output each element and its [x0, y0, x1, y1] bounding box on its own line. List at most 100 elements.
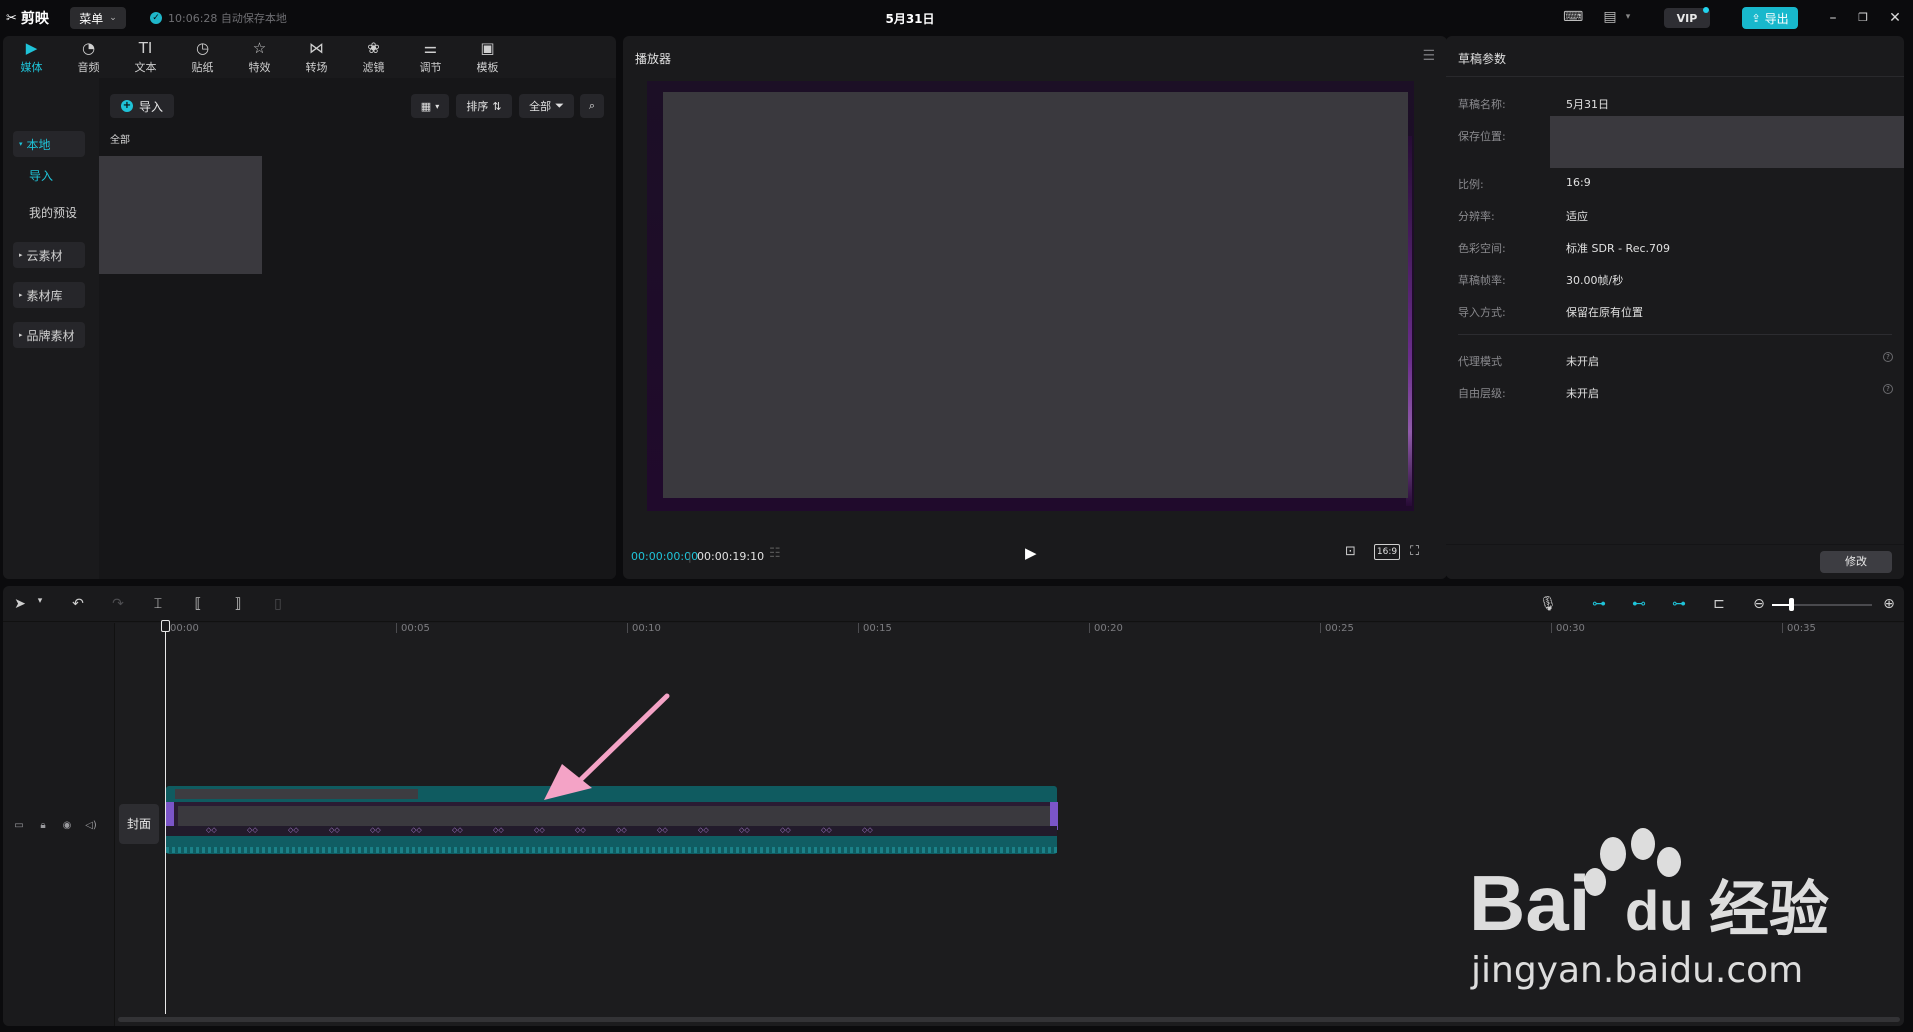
- clip-title-bar: [175, 789, 418, 799]
- import-mode-value: 保留在原有位置: [1566, 306, 1643, 319]
- color-space-label: 色彩空间:: [1458, 242, 1506, 255]
- ratio-label: 比例:: [1458, 178, 1484, 191]
- sticker-icon: ◷: [195, 38, 210, 57]
- tab-transition[interactable]: ⋈ 转场: [288, 36, 345, 78]
- template-icon: ▣: [480, 38, 495, 57]
- select-cursor-icon[interactable]: ➤: [11, 596, 29, 612]
- ruler-tick: [1320, 623, 1321, 633]
- sort-button[interactable]: 排序 ⇅: [456, 94, 512, 118]
- tab-template[interactable]: ▣ 模板: [459, 36, 516, 78]
- tab-text[interactable]: TI 文本: [117, 36, 174, 78]
- export-button[interactable]: ⇪ 导出: [1742, 7, 1798, 29]
- fullscreen-icon[interactable]: ⛶: [1410, 544, 1419, 559]
- timeline-scrollbar[interactable]: [118, 1017, 1900, 1022]
- menu-button[interactable]: 菜单 ⌄: [70, 7, 126, 29]
- notification-dot: [1703, 7, 1709, 13]
- filter-icon: ❀: [367, 38, 380, 57]
- split-icon[interactable]: ⌶: [149, 596, 167, 612]
- sidebar-item-cloud[interactable]: ▸ 云素材: [13, 242, 85, 268]
- caret-right-icon: ▸: [19, 251, 23, 259]
- chevron-down-icon[interactable]: ▾: [1618, 9, 1638, 25]
- tab-sticker[interactable]: ◷ 贴纸: [174, 36, 231, 78]
- view-toggle-button[interactable]: ▦ ▾: [411, 94, 449, 118]
- media-thumbnail[interactable]: [99, 156, 262, 274]
- media-content: [99, 78, 616, 579]
- main-track-link-icon[interactable]: ⊶: [1590, 596, 1608, 612]
- effects-icon: ☆: [252, 38, 267, 57]
- play-icon[interactable]: ▶: [1025, 544, 1037, 562]
- timecode-grid-icon[interactable]: ☷: [769, 546, 781, 561]
- ruler-label: 00:15: [863, 623, 892, 634]
- tab-label: 滤镜: [362, 60, 385, 74]
- sidebar-item-my-presets[interactable]: 我的预设: [23, 199, 95, 225]
- capcut-logo-icon: ✂: [6, 10, 17, 26]
- media-icon: ▶: [25, 38, 38, 57]
- keyboard-icon[interactable]: ⌨: [1563, 9, 1583, 25]
- import-button[interactable]: + 导入: [110, 94, 174, 118]
- text-icon: TI: [138, 38, 153, 57]
- sidebar-item-library[interactable]: ▸ 素材库: [13, 282, 85, 308]
- tab-audio[interactable]: ◔ 音频: [60, 36, 117, 78]
- hamburger-icon[interactable]: ☰: [1422, 48, 1435, 64]
- color-space-value: 标准 SDR - Rec.709: [1566, 242, 1671, 255]
- trim-right-icon[interactable]: ⟧: [229, 596, 247, 612]
- filter-button[interactable]: 全部 ⏷: [519, 94, 574, 118]
- track-toggle-icon[interactable]: ▭: [13, 820, 25, 831]
- timeline-toolbar: ➤ ▾ ↶ ↷ ⌶ ⟦ ⟧ ▯ 🎙 ⊶ ⊷ ⊶ ⊏ ⊖ ⊕: [3, 586, 1904, 622]
- playhead-handle[interactable]: [161, 620, 170, 632]
- modify-button[interactable]: 修改: [1820, 551, 1892, 573]
- help-icon[interactable]: ?: [1883, 384, 1893, 394]
- filter-icon: ⏷: [555, 99, 564, 112]
- playhead[interactable]: [165, 624, 166, 1014]
- speaker-icon[interactable]: ◁): [85, 820, 97, 831]
- tab-label: 媒体: [20, 60, 43, 74]
- cover-button[interactable]: 封面: [119, 804, 159, 844]
- search-button[interactable]: ⌕: [580, 94, 604, 118]
- auto-snap-icon[interactable]: ⊷: [1630, 596, 1648, 612]
- keyframe-mark: ◇◇: [739, 826, 750, 834]
- ruler-label: 00:00: [170, 623, 199, 634]
- arrow-shaft: [567, 693, 670, 793]
- tab-filter[interactable]: ❀ 滤镜: [345, 36, 402, 78]
- minimize-icon[interactable]: –: [1823, 8, 1843, 28]
- ruler-tick: [858, 623, 859, 633]
- tab-effects[interactable]: ☆ 特效: [231, 36, 288, 78]
- microphone-icon[interactable]: 🎙: [1539, 596, 1557, 612]
- ruler-tick: [1782, 623, 1783, 633]
- category-all-label: 全部: [110, 135, 130, 146]
- sidebar-item-brand[interactable]: ▸ 品牌素材: [13, 322, 85, 348]
- autosave-text: 10:06:28 自动保存本地: [168, 12, 287, 25]
- ruler-label: 00:35: [1787, 623, 1816, 634]
- keyframe-mark: ◇◇: [616, 826, 627, 834]
- zoom-slider-knob[interactable]: [1789, 598, 1794, 611]
- zoom-in-icon[interactable]: ⊕: [1880, 596, 1898, 612]
- grid-view-icon: ▦: [420, 99, 432, 113]
- delete-icon[interactable]: ▯: [269, 596, 287, 612]
- help-icon[interactable]: ?: [1883, 352, 1893, 362]
- close-icon[interactable]: ✕: [1885, 8, 1905, 28]
- proxy-mode-value: 未开启: [1566, 355, 1599, 368]
- tab-media[interactable]: ▶ 媒体: [3, 36, 60, 78]
- sidebar-item-local[interactable]: ▾ 本地: [13, 131, 85, 157]
- tab-adjust[interactable]: ⚌ 调节: [402, 36, 459, 78]
- eye-icon[interactable]: ◉: [61, 820, 73, 831]
- tool-tabs: ▶ 媒体 ◔ 音频 TI 文本 ◷ 贴纸 ☆ 特效 ⋈ 转场 ❀ 滤镜 ⚌ 调节: [3, 36, 616, 78]
- snapshot-icon[interactable]: ⊡: [1345, 544, 1356, 559]
- layout-icon[interactable]: ▤: [1600, 9, 1620, 25]
- redo-icon[interactable]: ↷: [109, 596, 127, 612]
- ratio-button[interactable]: 16:9: [1374, 544, 1400, 560]
- caret-right-icon: ▸: [19, 331, 23, 339]
- lock-icon[interactable]: 🔒︎: [37, 820, 49, 831]
- linkage-icon[interactable]: ⊶: [1670, 596, 1688, 612]
- restore-icon[interactable]: ❐: [1853, 8, 1873, 28]
- proxy-mode-label: 代理模式: [1458, 355, 1502, 368]
- tab-label: 转场: [305, 60, 328, 74]
- chevron-down-icon[interactable]: ▾: [31, 596, 49, 606]
- zoom-out-icon[interactable]: ⊖: [1750, 596, 1768, 612]
- undo-icon[interactable]: ↶: [69, 596, 87, 612]
- sidebar-item-import[interactable]: 导入: [23, 162, 95, 188]
- trim-left-icon[interactable]: ⟦: [189, 596, 207, 612]
- watermark-brand: Bai: [1469, 859, 1590, 947]
- preview-axis-icon[interactable]: ⊏: [1710, 596, 1728, 612]
- keyframe-mark: ◇◇: [411, 826, 422, 834]
